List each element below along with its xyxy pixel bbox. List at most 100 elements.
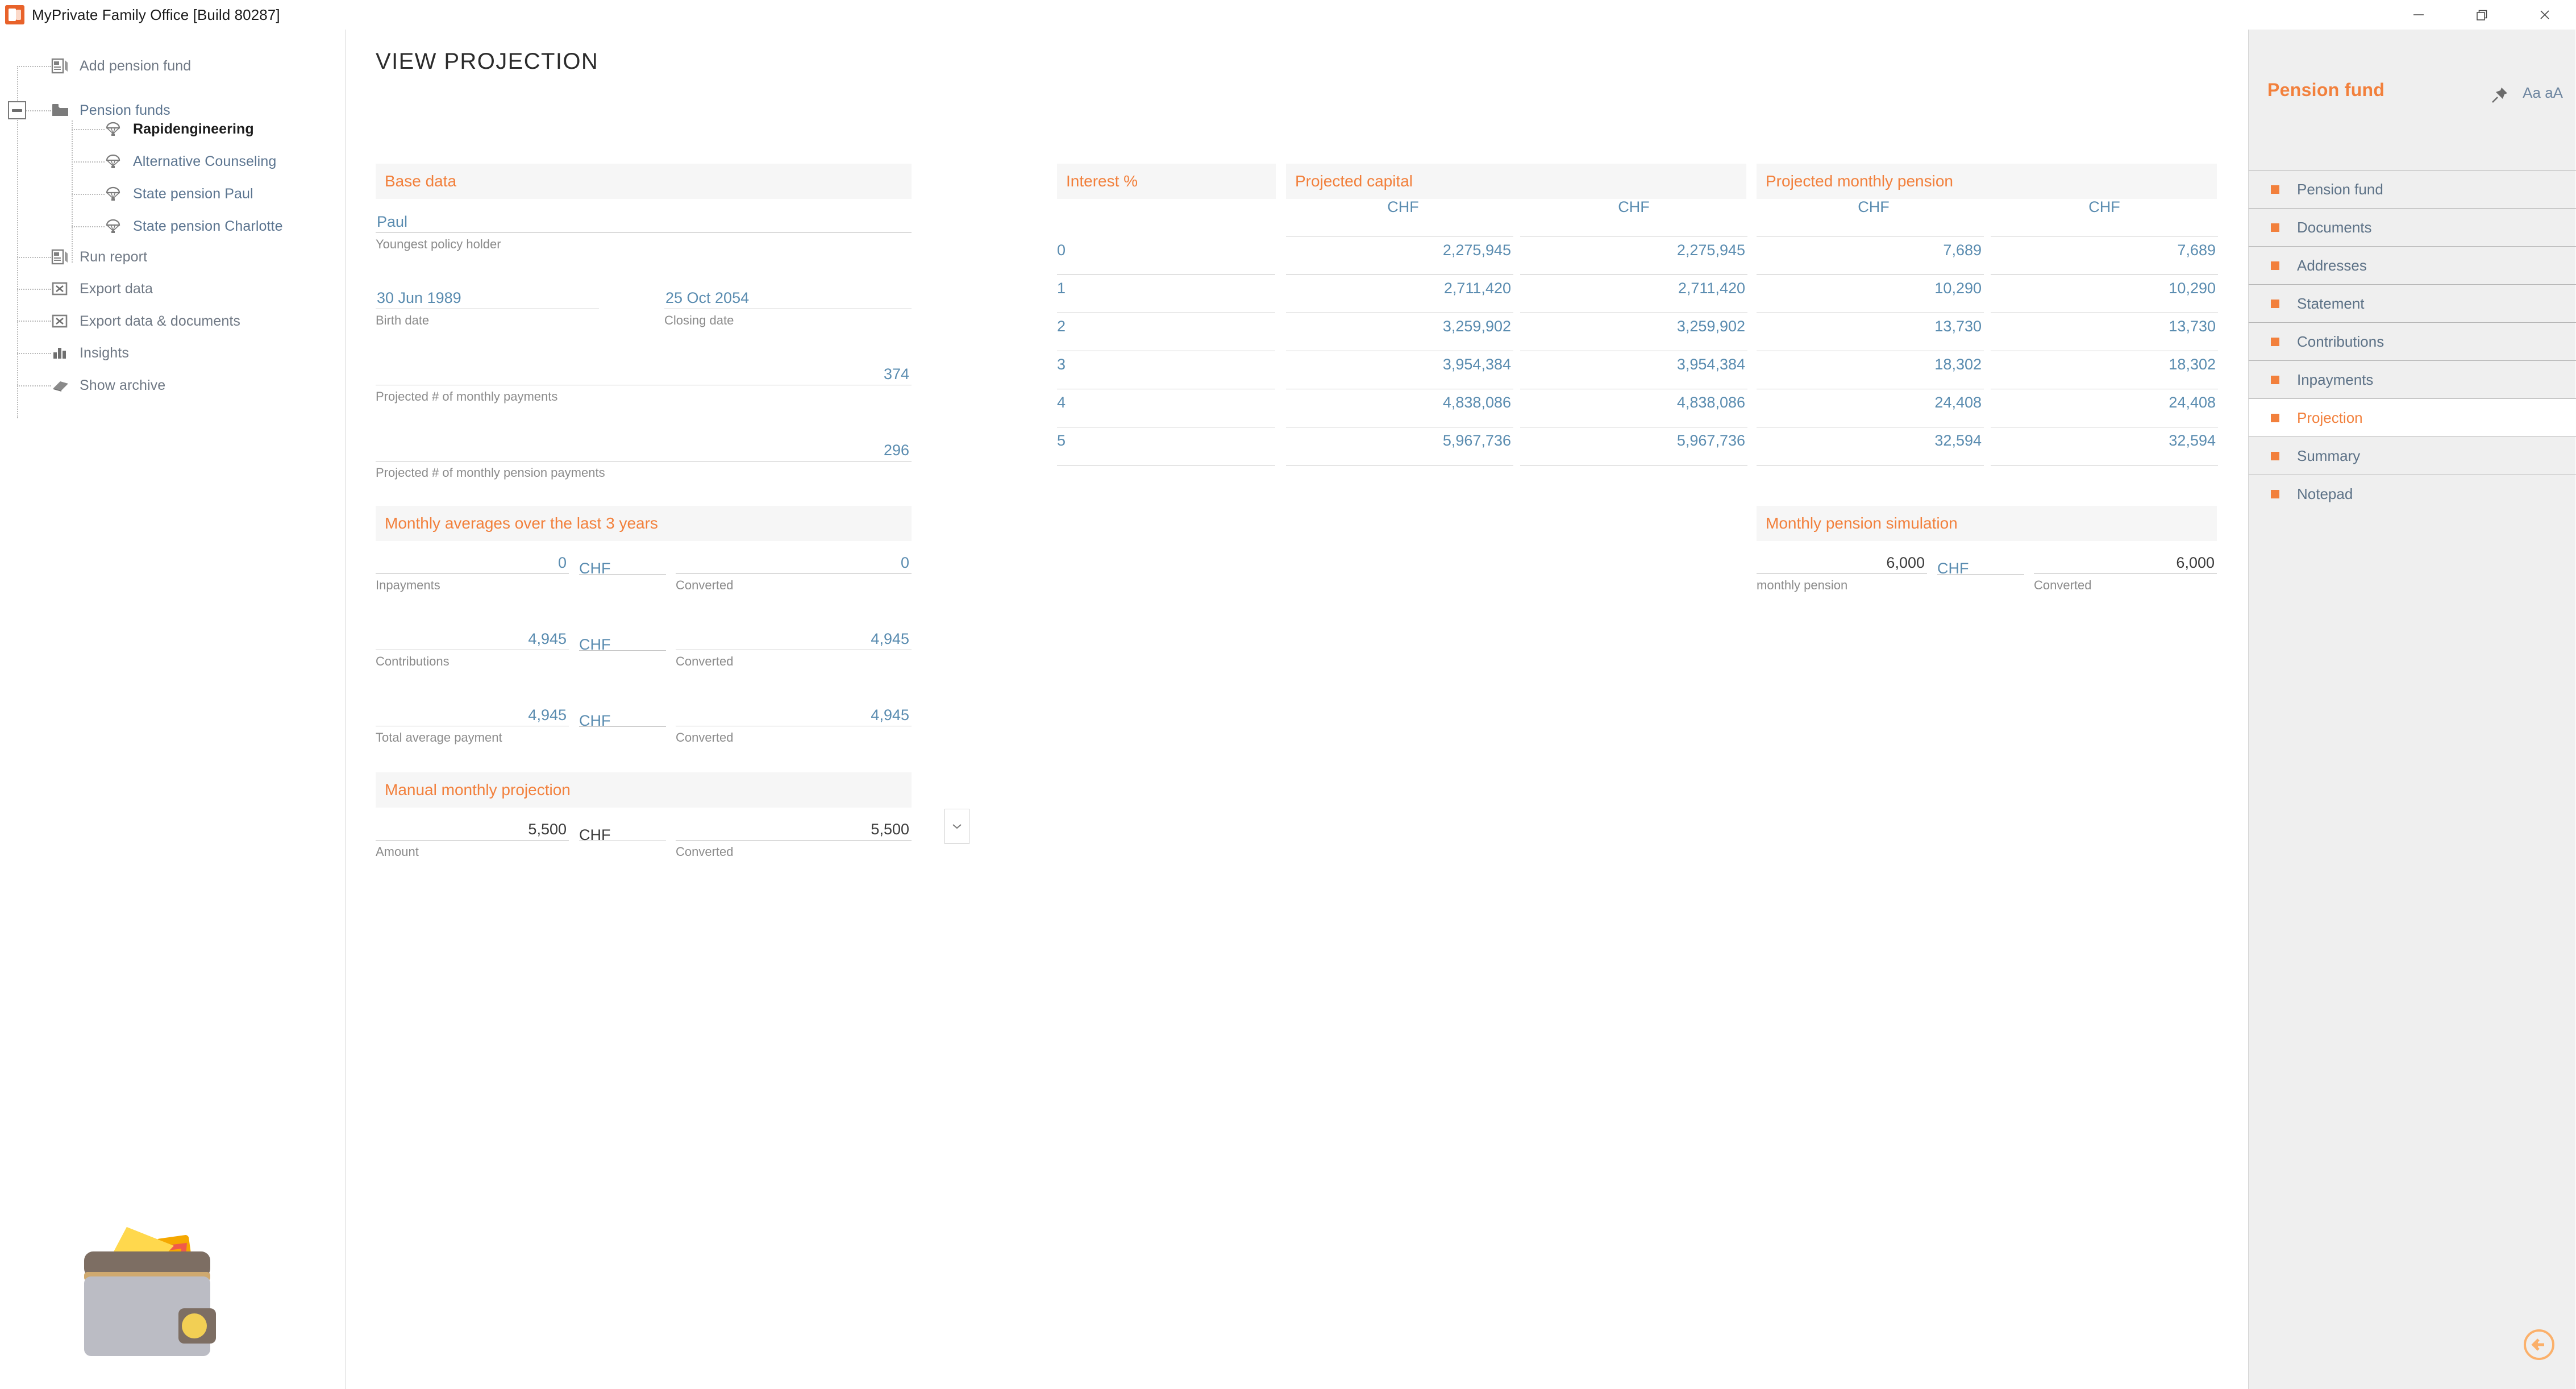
field-manual-amount: 5,500 Amount bbox=[376, 811, 569, 859]
add-document-icon bbox=[51, 56, 74, 76]
tree-item-state-pension-charlotte[interactable]: State pension Charlotte bbox=[105, 210, 283, 242]
table-row-capital: 3,259,902 bbox=[1442, 318, 1511, 335]
pin-icon[interactable] bbox=[2490, 85, 2510, 107]
folder-icon bbox=[51, 101, 74, 120]
context-item-label: Projection bbox=[2297, 409, 2363, 426]
currency-underline bbox=[579, 650, 666, 651]
tree-item-state-pension-paul[interactable]: State pension Paul bbox=[105, 178, 253, 210]
context-item-notepad[interactable]: Notepad bbox=[2249, 475, 2576, 513]
context-item-documents[interactable]: Documents bbox=[2249, 208, 2576, 246]
context-item-inpayments[interactable]: Inpayments bbox=[2249, 360, 2576, 398]
table-currency-header: CHF bbox=[1618, 198, 1650, 215]
tree-item-label: Insights bbox=[80, 344, 129, 361]
close-icon[interactable] bbox=[2513, 0, 2576, 30]
field-projected-monthly-pension-payments: 296 Projected # of monthly pension payme… bbox=[376, 432, 912, 480]
field-caption: Converted bbox=[676, 578, 734, 592]
currency-label-inpayments: CHF bbox=[579, 560, 611, 577]
inpayments-amount-value[interactable]: 0 bbox=[376, 544, 569, 574]
context-item-pension-fund[interactable]: Pension fund bbox=[2249, 170, 2576, 208]
tree-item-add-pension-fund[interactable]: Add pension fund bbox=[51, 50, 191, 82]
context-item-label: Pension fund bbox=[2297, 180, 2383, 198]
navigation-tree-panel: Add pension fund Pension funds Rapidengi… bbox=[0, 30, 346, 1389]
window-controls bbox=[2387, 0, 2576, 30]
tree-item-show-archive[interactable]: Show archive bbox=[51, 369, 165, 401]
table-row-capital-converted: 5,967,736 bbox=[1676, 432, 1745, 449]
bullet-square-icon bbox=[2271, 223, 2279, 232]
table-row-pension: 18,302 bbox=[1934, 356, 1982, 373]
manual-amount-value[interactable]: 5,500 bbox=[376, 811, 569, 841]
parachute-icon bbox=[105, 217, 127, 236]
tree-item-export-data[interactable]: Export data bbox=[51, 273, 153, 305]
field-caption: Youngest policy holder bbox=[376, 237, 501, 251]
parachute-icon bbox=[105, 152, 127, 171]
birth-date-value[interactable]: 30 Jun 1989 bbox=[376, 280, 599, 309]
tree-connector-h bbox=[17, 353, 51, 354]
table-currency-header: CHF bbox=[1858, 198, 1890, 215]
tree-item-export-data-documents[interactable]: Export data & documents bbox=[51, 305, 240, 337]
policy-holder-value[interactable]: Paul bbox=[376, 203, 912, 233]
table-row-interest: 1 bbox=[1057, 280, 1066, 297]
field-contributions-amount: 4,945 Contributions bbox=[376, 621, 569, 669]
total-average-payment-value[interactable]: 4,945 bbox=[376, 697, 569, 726]
context-item-contributions[interactable]: Contributions bbox=[2249, 322, 2576, 360]
tree-item-alternative-counseling[interactable]: Alternative Counseling bbox=[105, 145, 276, 177]
contributions-amount-value[interactable]: 4,945 bbox=[376, 621, 569, 650]
field-total-average-converted: 4,945 Converted bbox=[676, 697, 912, 745]
field-caption: Amount bbox=[376, 845, 419, 859]
bullet-square-icon bbox=[2271, 413, 2279, 422]
minimize-icon[interactable] bbox=[2387, 0, 2450, 30]
table-header-projected-monthly-pension: Projected monthly pension bbox=[1757, 164, 2217, 199]
table-row-capital-converted: 4,838,086 bbox=[1676, 394, 1745, 411]
tree-connector-h bbox=[72, 226, 105, 227]
table-row-interest: 4 bbox=[1057, 394, 1066, 411]
table-row-capital-converted: 2,711,420 bbox=[1678, 280, 1745, 297]
field-inpayments-amount: 0 Inpayments bbox=[376, 544, 569, 593]
section-title: Base data bbox=[385, 172, 457, 190]
tree-expander-pension-funds[interactable] bbox=[8, 101, 26, 119]
field-projected-monthly-payments: 374 Projected # of monthly payments bbox=[376, 356, 912, 404]
table-row-capital-converted: 3,954,384 bbox=[1676, 356, 1745, 373]
tree-item-insights[interactable]: Insights bbox=[51, 337, 129, 369]
chevron-down-icon bbox=[952, 824, 962, 829]
field-contributions-converted: 4,945 Converted bbox=[676, 621, 912, 669]
total-average-converted-value[interactable]: 4,945 bbox=[676, 697, 912, 726]
context-item-addresses[interactable]: Addresses bbox=[2249, 246, 2576, 284]
contributions-converted-value[interactable]: 4,945 bbox=[676, 621, 912, 650]
context-item-summary[interactable]: Summary bbox=[2249, 436, 2576, 475]
column-title: Interest % bbox=[1066, 172, 1138, 190]
section-header-base-data: Base data bbox=[376, 164, 912, 199]
tree-item-label: Add pension fund bbox=[80, 57, 192, 74]
table-row-capital: 4,838,086 bbox=[1442, 394, 1511, 411]
report-icon bbox=[51, 247, 74, 267]
table-row-pension: 10,290 bbox=[1934, 280, 1982, 297]
table-row-pension-converted: 7,689 bbox=[2177, 242, 2216, 259]
parachute-icon bbox=[105, 119, 127, 139]
section-header-monthly-averages: Monthly averages over the last 3 years bbox=[376, 506, 912, 541]
closing-date-value[interactable]: 25 Oct 2054 bbox=[664, 280, 912, 309]
field-caption: Closing date bbox=[664, 313, 734, 327]
section-title: Manual monthly projection bbox=[385, 781, 571, 799]
table-row-pension-converted: 13,730 bbox=[2169, 318, 2216, 335]
tree-item-label: Run report bbox=[80, 248, 148, 265]
context-item-projection[interactable]: Projection bbox=[2249, 398, 2576, 436]
restore-icon[interactable] bbox=[2450, 0, 2513, 30]
back-arrow-icon[interactable] bbox=[2521, 1327, 2557, 1362]
section-title: Monthly averages over the last 3 years bbox=[385, 514, 658, 532]
simulation-converted-value[interactable]: 6,000 bbox=[2034, 544, 2217, 574]
field-youngest-policy-holder: Paul Youngest policy holder bbox=[376, 203, 912, 252]
inpayments-converted-value[interactable]: 0 bbox=[676, 544, 912, 574]
currency-dropdown-button[interactable] bbox=[944, 809, 969, 844]
monthly-pension-payments-value[interactable]: 296 bbox=[376, 432, 912, 461]
window-title: MyPrivate Family Office [Build 80287] bbox=[32, 6, 280, 23]
context-item-statement[interactable]: Statement bbox=[2249, 284, 2576, 322]
tree-item-label: State pension Charlotte bbox=[133, 218, 283, 234]
wallet-icon bbox=[73, 1213, 222, 1363]
tree-item-run-report[interactable]: Run report bbox=[51, 241, 147, 273]
manual-converted-value[interactable]: 5,500 bbox=[676, 811, 912, 841]
tree-connector-h bbox=[72, 129, 105, 130]
tree-item-rapidengineering[interactable]: Rapidengineering bbox=[105, 113, 254, 145]
monthly-payments-value[interactable]: 374 bbox=[376, 356, 912, 385]
font-size-toggle[interactable]: Aa aA bbox=[2523, 84, 2563, 102]
table-row-pension-converted: 24,408 bbox=[2169, 394, 2216, 411]
simulation-amount-value[interactable]: 6,000 bbox=[1757, 544, 1927, 574]
